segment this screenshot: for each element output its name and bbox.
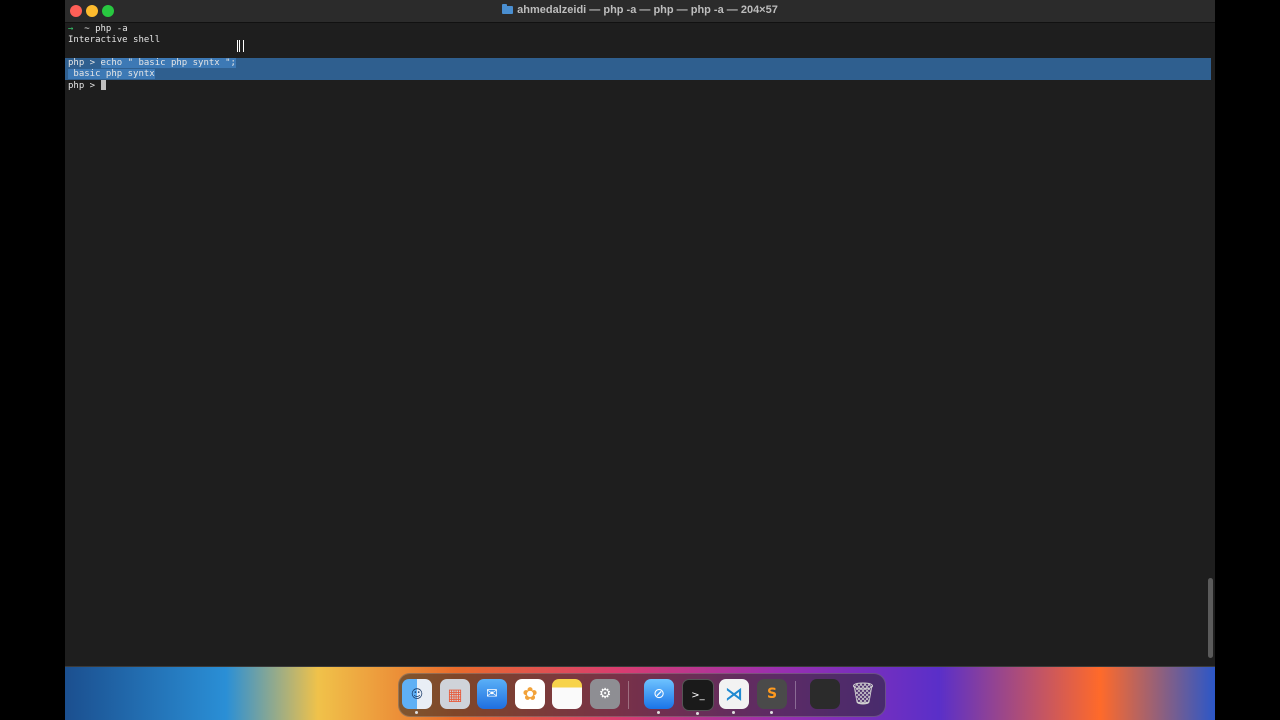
terminal-icon[interactable]: >_: [682, 679, 714, 715]
safari-icon[interactable]: ⊘: [644, 679, 674, 714]
php-prompt: php >: [68, 57, 101, 68]
photos-icon[interactable]: ✿: [515, 679, 545, 709]
window-title-text: ahmedalzeidi — php -a — php — php -a — 2…: [517, 4, 778, 16]
dock: ☺ ▦ ✉ ✿ ⚙ ⊘ >_ ⋊ S 🗑: [398, 673, 886, 717]
launchpad-icon[interactable]: ▦: [440, 679, 470, 709]
ibeam-cursor-icon: [237, 40, 244, 52]
running-indicator: [415, 711, 418, 714]
dock-separator: [795, 681, 796, 709]
command-text: ~ php -a: [73, 24, 128, 34]
vscode-icon[interactable]: ⋊: [719, 679, 749, 714]
finder-icon[interactable]: ☺: [402, 679, 432, 714]
running-indicator: [657, 711, 660, 714]
notes-icon[interactable]: [552, 679, 582, 709]
selected-command: echo " basic php syntx ";: [100, 57, 236, 68]
trash-icon[interactable]: 🗑: [848, 679, 878, 709]
title-bar[interactable]: ahmedalzeidi — php -a — php — php -a — 2…: [65, 0, 1215, 23]
terminal-line: php >: [68, 80, 1215, 91]
desktop: ahmedalzeidi — php -a — php — php -a — 2…: [65, 0, 1215, 720]
running-indicator: [696, 712, 699, 715]
php-prompt: php >: [68, 81, 101, 92]
window-title: ahmedalzeidi — php -a — php — php -a — 2…: [65, 4, 1215, 16]
selected-line: php > echo " basic php syntx ";: [65, 57, 1211, 70]
terminal-content[interactable]: → ~ php -a Interactive shell php > echo …: [65, 24, 1215, 666]
terminal-line: → ~ php -a: [68, 24, 1215, 35]
selected-line: basic php syntx: [65, 69, 1211, 81]
downloads-folder-icon[interactable]: [810, 679, 840, 709]
running-indicator: [732, 711, 735, 714]
selected-output: basic php syntx: [68, 69, 155, 80]
text-cursor: [100, 80, 106, 91]
sublime-text-icon[interactable]: S: [757, 679, 787, 714]
mail-icon[interactable]: ✉: [477, 679, 507, 709]
dock-separator: [628, 681, 629, 709]
system-settings-icon[interactable]: ⚙: [590, 679, 620, 709]
output-text: Interactive shell: [68, 35, 161, 46]
folder-icon: [502, 4, 514, 14]
scrollbar[interactable]: [1208, 578, 1213, 658]
running-indicator: [770, 711, 773, 714]
terminal-window[interactable]: ahmedalzeidi — php -a — php — php -a — 2…: [65, 0, 1215, 667]
